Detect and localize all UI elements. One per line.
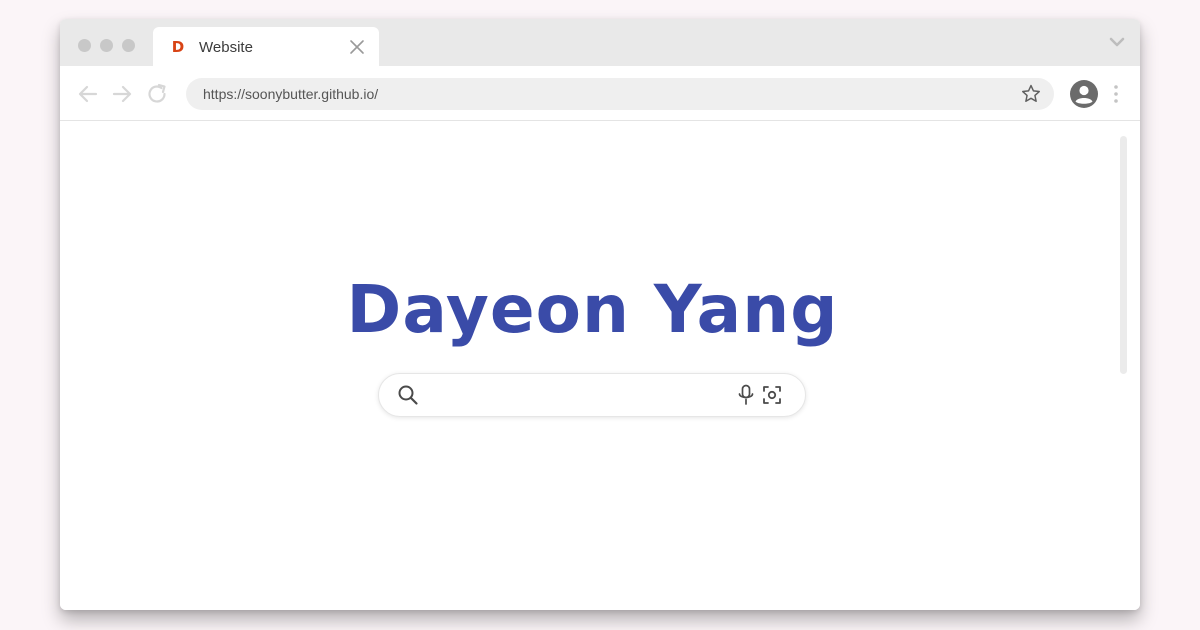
- close-icon[interactable]: [349, 39, 365, 55]
- favicon-icon: D: [172, 38, 184, 54]
- reload-icon[interactable]: [145, 82, 169, 106]
- window-control-dot[interactable]: [100, 39, 113, 52]
- search-icon[interactable]: [397, 384, 419, 406]
- svg-text:D: D: [172, 38, 184, 54]
- back-arrow-icon[interactable]: [76, 82, 100, 106]
- tab-title: Website: [199, 39, 253, 56]
- search-input[interactable]: [431, 382, 725, 410]
- scrollbar[interactable]: [1120, 136, 1127, 374]
- browser-toolbar: https://soonybutter.github.io/: [60, 66, 1140, 121]
- tab-website[interactable]: D Website: [153, 27, 379, 66]
- chevron-down-icon[interactable]: [1108, 35, 1126, 49]
- window-control-dot[interactable]: [122, 39, 135, 52]
- image-search-icon[interactable]: [762, 385, 782, 405]
- browser-window: D Website https://soonybutter.github.io/: [60, 19, 1140, 610]
- url-text[interactable]: https://soonybutter.github.io/: [203, 86, 378, 102]
- search-bar[interactable]: [378, 373, 806, 417]
- forward-arrow-icon[interactable]: [110, 82, 134, 106]
- more-vert-icon[interactable]: [1109, 82, 1123, 106]
- tab-strip: D Website: [60, 19, 1140, 66]
- window-control-dot[interactable]: [78, 39, 91, 52]
- page-content: Dayeon Yang: [60, 121, 1140, 610]
- account-icon[interactable]: [1069, 79, 1099, 109]
- address-bar[interactable]: https://soonybutter.github.io/: [186, 78, 1054, 110]
- star-icon[interactable]: [1020, 83, 1042, 105]
- microphone-icon[interactable]: [736, 384, 756, 406]
- site-title: Dayeon Yang: [346, 271, 839, 348]
